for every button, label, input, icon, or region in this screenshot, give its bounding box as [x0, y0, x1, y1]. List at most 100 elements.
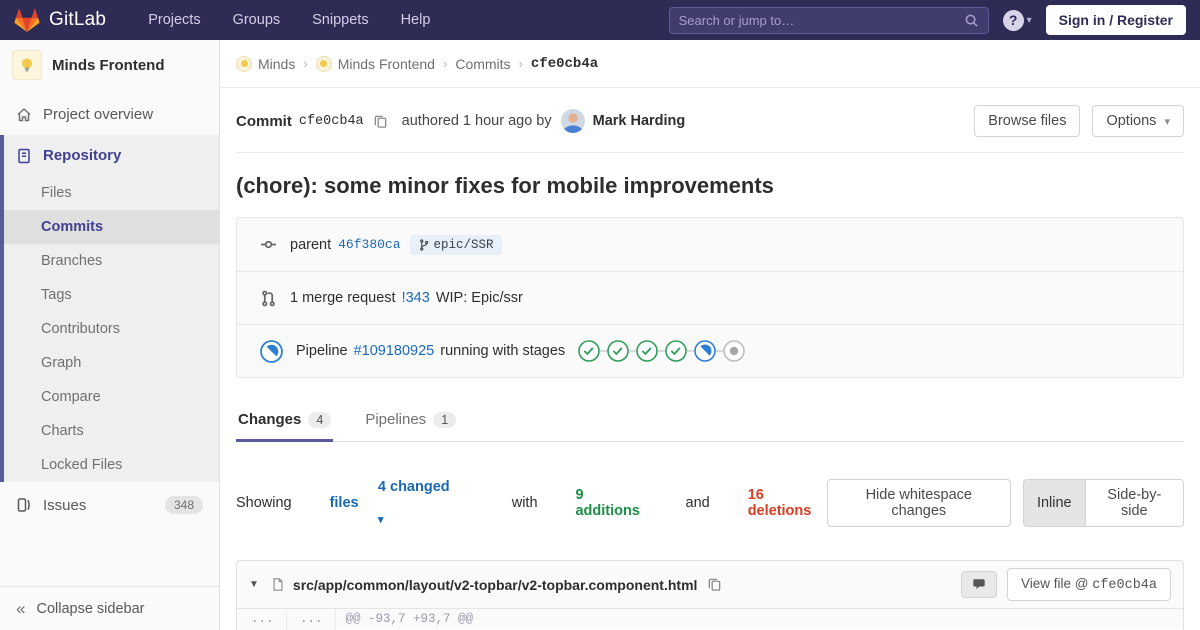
breadcrumb-item-minds[interactable]: Minds [236, 55, 295, 72]
group-avatar [236, 55, 252, 72]
sidebar-item-contributors[interactable]: Contributors [4, 312, 219, 346]
parent-label: parent [290, 236, 332, 253]
sidebar-item-issues[interactable]: Issues 348 [0, 482, 219, 528]
stage-created-icon[interactable] [723, 340, 745, 362]
sidebar-item-commits[interactable]: Commits [4, 210, 219, 244]
ref-badge-label: epic/SSR [433, 237, 494, 252]
sidebar-item-tags[interactable]: Tags [4, 278, 219, 312]
changed-files-dropdown[interactable]: 4 changed files ▾ [330, 463, 474, 543]
parent-sha-link[interactable]: 46f380ca [338, 237, 400, 252]
breadcrumb-separator: › [442, 56, 448, 71]
brand-wordmark: GitLab [49, 9, 107, 30]
collapse-icon: « [16, 599, 26, 618]
stage-success-icon[interactable] [665, 340, 687, 362]
nav-help[interactable]: Help [401, 12, 431, 28]
mr-link[interactable]: !343 [402, 290, 430, 306]
project-avatar-small [315, 55, 332, 72]
stage-success-icon[interactable] [607, 340, 629, 362]
breadcrumb: Minds › Minds Frontend › Commits › cfe0c… [220, 40, 1200, 88]
chevron-down-icon: ▾ [377, 514, 384, 526]
nav-snippets[interactable]: Snippets [312, 12, 368, 28]
breadcrumb-separator: › [303, 56, 308, 71]
stage-running-icon[interactable] [694, 340, 716, 362]
chevron-down-icon: ▾ [1026, 14, 1032, 26]
sidebar-item-branches[interactable]: Branches [4, 244, 219, 278]
sidebar-item-charts[interactable]: Charts [4, 414, 219, 448]
collapse-sidebar-button[interactable]: « Collapse sidebar [0, 586, 219, 630]
sidebar-item-label: Repository [43, 147, 122, 164]
pipeline-row: Pipeline #109180925 running with stages [237, 324, 1183, 377]
stage-success-icon[interactable] [578, 340, 600, 362]
sidebar-item-repository[interactable]: Repository [4, 135, 219, 176]
options-label: Options [1106, 113, 1157, 129]
pipeline-running-icon [260, 339, 283, 363]
nav-groups[interactable]: Groups [233, 12, 281, 28]
sidebar-item-files[interactable]: Files [4, 176, 219, 210]
search-input[interactable] [678, 12, 964, 28]
sidebar-item-locked-files[interactable]: Locked Files [4, 448, 219, 482]
stage-success-icon[interactable] [636, 340, 658, 362]
commit-sha: cfe0cb4a [298, 113, 364, 129]
sidebar-item-compare[interactable]: Compare [4, 380, 219, 414]
commit-label: Commit [236, 112, 292, 130]
sign-in-button[interactable]: Sign in / Register [1045, 5, 1186, 35]
breadcrumb-item-commits[interactable]: Commits [455, 56, 510, 72]
tab-label: Changes [238, 411, 302, 428]
gitlab-tanuki-icon [14, 8, 40, 33]
diff-summary-row: Showing 4 changed files ▾ with 9 additio… [236, 463, 1184, 543]
diff-file-path[interactable]: src/app/common/layout/v2-topbar/v2-topba… [293, 577, 698, 593]
sidebar-item-project-overview[interactable]: Project overview [0, 94, 219, 135]
issues-icon [16, 497, 32, 513]
with-label: with [511, 495, 538, 511]
document-icon [16, 148, 32, 164]
pipeline-link[interactable]: #109180925 [354, 343, 435, 359]
copy-commit-sha-icon[interactable] [373, 114, 388, 129]
tab-changes[interactable]: Changes 4 [236, 402, 334, 442]
parent-commit-row: parent 46f380ca epic/SSR [237, 218, 1183, 271]
breadcrumb-item-minds-frontend[interactable]: Minds Frontend [315, 55, 435, 72]
authored-text: authored 1 hour ago by [401, 113, 552, 129]
project-context-header[interactable]: Minds Frontend [0, 40, 219, 94]
diff-view-toggle: Inline Side-by-side [1022, 479, 1184, 527]
pipeline-label: Pipeline [296, 343, 348, 359]
additions-count: 9 additions [575, 487, 640, 519]
options-dropdown-button[interactable]: Options ▾ [1092, 105, 1184, 137]
view-file-button[interactable]: View file @ cfe0cb4a [1006, 568, 1171, 601]
help-icon: ? [1002, 9, 1024, 31]
pipeline-status-text: running with stages [440, 343, 566, 359]
search-icon[interactable] [964, 13, 979, 28]
browse-files-button[interactable]: Browse files [974, 105, 1081, 137]
old-line-number: ... [237, 609, 287, 629]
sidebar-section-repository: Repository Files Commits Branches Tags C… [0, 135, 219, 482]
commit-header: Commit cfe0cb4a authored 1 hour ago by M… [236, 88, 1184, 153]
mr-title: WIP: Epic/ssr [435, 290, 523, 306]
global-search[interactable] [668, 6, 989, 34]
author-avatar[interactable] [560, 109, 585, 133]
sidebar-item-graph[interactable]: Graph [4, 346, 219, 380]
tab-pipelines[interactable]: Pipelines 1 [363, 402, 458, 441]
side-by-side-view-button[interactable]: Side-by-side [1084, 479, 1184, 527]
project-sidebar: Minds Frontend Project overview Reposito… [0, 40, 220, 630]
main-nav: Projects Groups Snippets Help [148, 12, 430, 28]
branch-icon [418, 238, 430, 251]
help-menu[interactable]: ? ▾ [1002, 9, 1032, 31]
hide-whitespace-button[interactable]: Hide whitespace changes [826, 479, 1011, 527]
breadcrumb-label: Commits [455, 55, 511, 72]
project-avatar [12, 50, 42, 80]
copy-file-path-icon[interactable] [707, 577, 722, 592]
collapse-diff-icon[interactable]: ▼ [249, 579, 259, 590]
hunk-header-text: @@ -93,7 +93,7 @@ [335, 609, 1183, 629]
commit-title: (chore): some minor fixes for mobile imp… [236, 173, 774, 198]
gitlab-logo[interactable]: GitLab [14, 8, 106, 33]
inline-view-button[interactable]: Inline [1022, 479, 1085, 527]
diff-file-card: ▼ src/app/common/layout/v2-topbar/v2-top… [236, 560, 1184, 630]
breadcrumb-label: Minds Frontend [337, 55, 435, 72]
author-name[interactable]: Mark Harding [593, 113, 686, 129]
home-icon [16, 107, 32, 123]
nav-projects[interactable]: Projects [148, 12, 200, 28]
diff-hunk-row: ... ... @@ -93,7 +93,7 @@ [237, 609, 1183, 629]
changes-count-badge: 4 [308, 411, 332, 428]
comment-file-button[interactable] [960, 571, 997, 598]
commit-icon [260, 236, 277, 253]
ref-badge[interactable]: epic/SSR [409, 234, 502, 255]
